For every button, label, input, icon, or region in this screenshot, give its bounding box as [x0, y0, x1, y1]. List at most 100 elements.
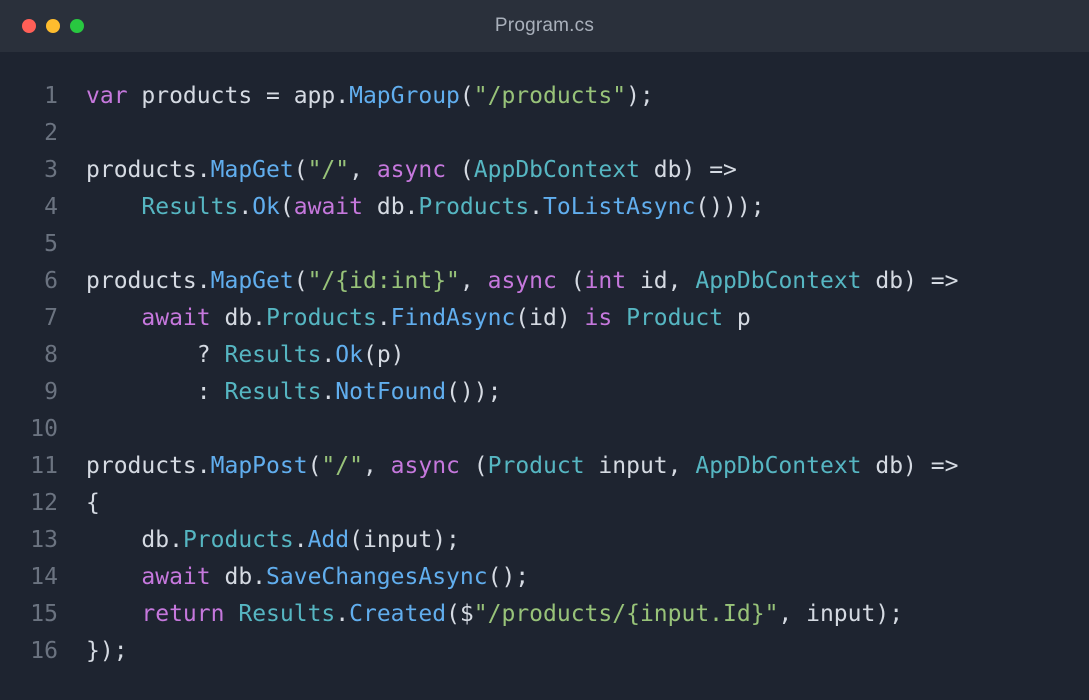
minimize-button[interactable]	[46, 19, 60, 33]
code-token-plain: {	[86, 489, 100, 516]
code-token-string: "/products"	[473, 82, 627, 109]
code-token-plain: products.	[86, 267, 211, 294]
code-token-string: "/products/{input.Id}"	[473, 600, 779, 627]
code-text: ? Results.Ok(p)	[58, 342, 405, 368]
line-number: 2	[44, 119, 58, 146]
code-token-plain: (	[556, 267, 585, 294]
code-line[interactable]: 12 {	[0, 484, 1089, 521]
close-button[interactable]	[22, 19, 36, 33]
code-line[interactable]: 15 return Results.Created($"/products/{i…	[0, 595, 1089, 632]
code-token-keyword: await	[141, 563, 211, 590]
code-token-plain: (	[279, 193, 294, 220]
code-line[interactable]: 3 products.MapGet("/", async (AppDbContex…	[0, 151, 1089, 188]
code-text: await db.Products.FindAsync(id) is Produ…	[58, 304, 751, 331]
line-number: 16	[30, 637, 58, 664]
code-text: await db.SaveChangesAsync();	[58, 564, 529, 590]
code-token-type: Results	[224, 378, 322, 405]
code-token-plain: });	[86, 637, 128, 664]
code-token-type: AppDbContext	[695, 452, 862, 479]
line-number: 8	[44, 341, 58, 368]
code-line[interactable]: 1 var products = app.MapGroup("/products"…	[0, 77, 1089, 114]
code-token-method: MapGet	[210, 156, 294, 183]
code-token-plain: .	[335, 600, 350, 627]
code-token-type: Results	[238, 600, 336, 627]
code-token-plain: :	[86, 378, 225, 405]
code-token-plain: input,	[584, 452, 696, 479]
code-token-keyword: async	[376, 156, 447, 183]
code-token-method: Ok	[335, 341, 363, 368]
code-token-type: AppDbContext	[473, 156, 640, 183]
code-text: products.MapPost("/", async (Product inp…	[58, 453, 958, 479]
code-line[interactable]: 10	[0, 410, 1089, 447]
code-token-method: MapPost	[210, 452, 308, 479]
code-token-keyword: await	[141, 304, 211, 331]
code-token-method: Created	[349, 600, 447, 627]
code-token-keyword: var	[86, 82, 128, 109]
code-token-plain: (	[446, 156, 474, 183]
code-token-plain: (	[307, 452, 322, 479]
code-token-string: "/{id:int}"	[307, 267, 460, 294]
code-editor[interactable]: 1 var products = app.MapGroup("/products"…	[0, 77, 1089, 669]
code-token-method: SaveChangesAsync	[266, 563, 488, 590]
code-token-plain: (	[293, 156, 308, 183]
code-token-plain: db) =>	[861, 267, 959, 294]
code-text: products.MapGet("/{id:int}", async (int …	[58, 268, 958, 294]
line-number: 5	[44, 230, 58, 257]
code-line[interactable]: 7 await db.Products.FindAsync(id) is Pro…	[0, 299, 1089, 336]
line-number: 6	[44, 267, 58, 294]
code-token-method: ToListAsync	[543, 193, 696, 220]
code-token-string: "/"	[307, 156, 350, 183]
code-token-plain: ();	[487, 563, 530, 590]
window-title: Program.cs	[494, 15, 595, 36]
code-token-type: Products	[266, 304, 377, 331]
code-token-plain: products.	[86, 452, 211, 479]
code-text: {	[58, 490, 100, 516]
code-token-plain: products.	[86, 156, 211, 183]
code-token-plain: (	[459, 82, 474, 109]
code-token-type: Results	[141, 193, 239, 220]
code-token-method: NotFound	[335, 378, 447, 405]
code-token-method: MapGet	[210, 267, 294, 294]
code-line[interactable]: 4 Results.Ok(await db.Products.ToListAsy…	[0, 188, 1089, 225]
code-line[interactable]: 13 db.Products.Add(input);	[0, 521, 1089, 558]
code-text: });	[58, 638, 128, 664]
code-token-plain: p	[723, 304, 751, 331]
code-token-type: Results	[224, 341, 322, 368]
line-number: 1	[44, 82, 58, 109]
code-token-keyword: int	[584, 267, 627, 294]
code-token-plain: (p)	[362, 341, 405, 368]
code-text: : Results.NotFound());	[58, 378, 502, 405]
code-line[interactable]: 14 await db.SaveChangesAsync();	[0, 558, 1089, 595]
code-token-plain: db.	[210, 304, 267, 331]
code-line[interactable]: 9 : Results.NotFound());	[0, 373, 1089, 410]
code-line[interactable]: 16});	[0, 632, 1089, 669]
code-token-type: Products	[182, 526, 294, 553]
code-token-keyword: is	[584, 304, 613, 331]
code-token-plain: );	[626, 82, 654, 109]
code-line[interactable]: 6 products.MapGet("/{id:int}", async (int…	[0, 262, 1089, 299]
window-controls	[22, 19, 84, 33]
code-token-plain: (input);	[349, 526, 460, 553]
code-line[interactable]: 2	[0, 114, 1089, 151]
code-token-method: Ok	[252, 193, 280, 220]
code-token-plain: (	[293, 267, 308, 294]
line-number: 12	[30, 489, 58, 516]
line-number: 13	[30, 526, 58, 553]
code-line[interactable]: 11 products.MapPost("/", async (Product i…	[0, 447, 1089, 484]
code-token-plain: ,	[349, 156, 377, 183]
code-text: return Results.Created($"/products/{inpu…	[58, 601, 903, 627]
code-token-plain: .	[321, 378, 336, 405]
maximize-button[interactable]	[70, 19, 84, 33]
code-token-method: MapGroup	[349, 82, 460, 109]
code-line[interactable]: 5	[0, 225, 1089, 262]
code-token-type: Product	[626, 304, 724, 331]
code-token-type: Product	[487, 452, 585, 479]
line-number: 7	[44, 304, 58, 331]
code-line[interactable]: 8 ? Results.Ok(p)	[0, 336, 1089, 373]
line-number: 11	[30, 452, 58, 479]
